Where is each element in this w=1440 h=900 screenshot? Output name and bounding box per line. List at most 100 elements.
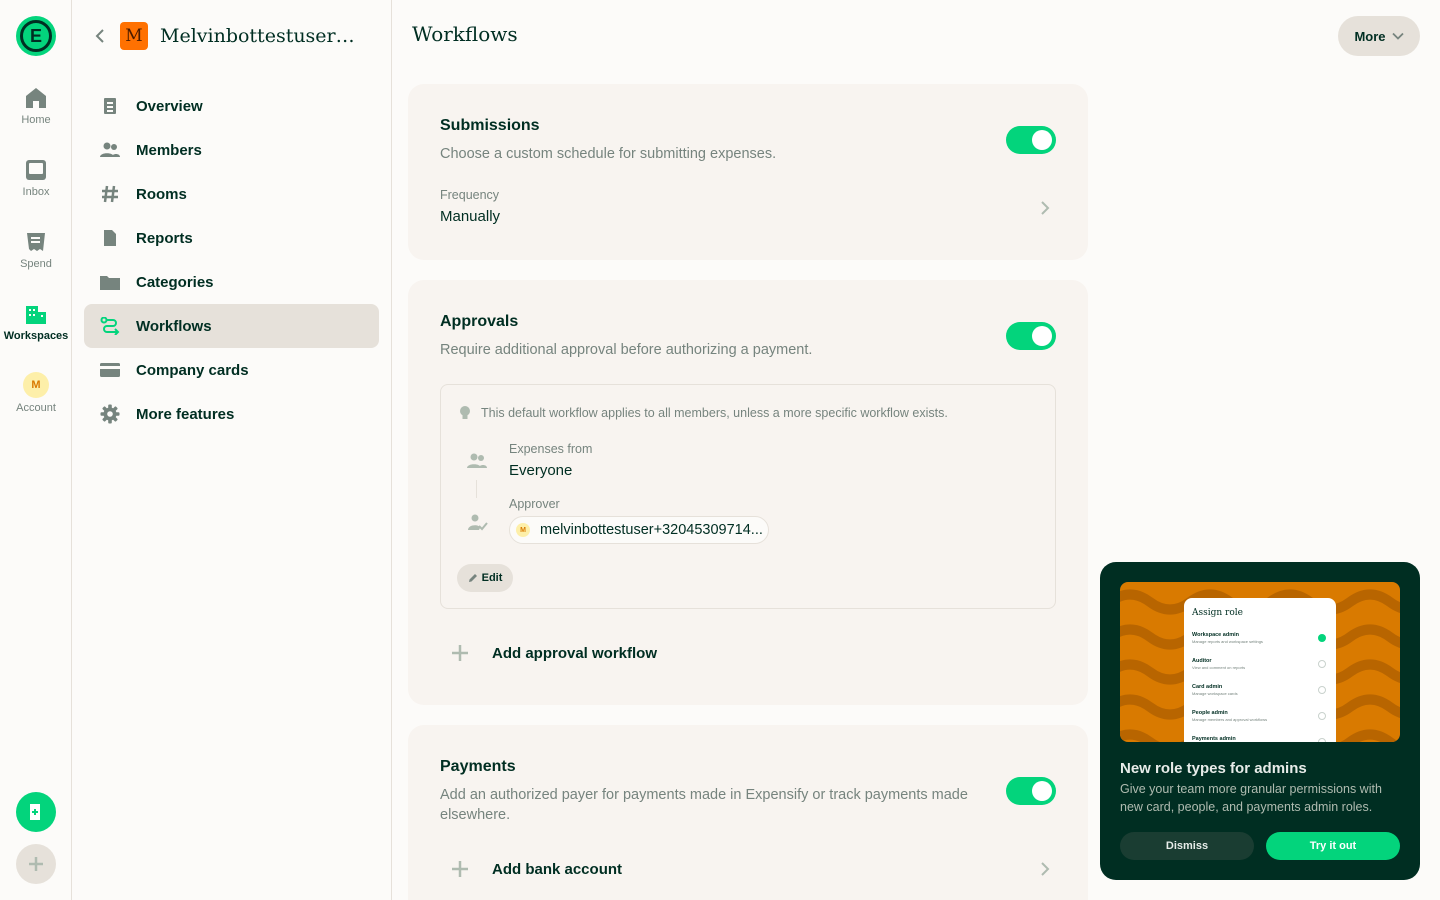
expensify-logo[interactable]: E: [16, 16, 56, 56]
edit-button[interactable]: Edit: [457, 564, 513, 592]
add-bank-account-button[interactable]: Add bank account: [440, 849, 1056, 889]
approvals-card: Approvals Require additional approval be…: [408, 280, 1088, 705]
logo-letter: E: [20, 20, 52, 52]
rail-item-home[interactable]: Home: [0, 86, 72, 126]
users-icon: [467, 453, 487, 468]
nav-item-reports[interactable]: Reports: [84, 216, 379, 260]
avatar: M: [23, 372, 49, 398]
promo-tooltip: Assign role Workspace admin Manage repor…: [1100, 562, 1420, 880]
submissions-title: Submissions: [440, 117, 540, 134]
dismiss-button[interactable]: Dismiss: [1120, 832, 1254, 860]
more-button[interactable]: More: [1338, 16, 1420, 56]
create-expense-button[interactable]: [16, 792, 56, 832]
rail-label-spend: Spend: [20, 258, 52, 270]
avatar: M: [516, 523, 530, 537]
card-icon: [100, 360, 120, 380]
mock-role: Auditor View and comment on reports: [1192, 658, 1332, 670]
rail-item-account[interactable]: M Account: [0, 372, 72, 414]
rail-item-spend[interactable]: Spend: [0, 230, 72, 270]
plus-icon: [29, 857, 43, 871]
nav-label: Company cards: [136, 361, 249, 379]
connector-line: [476, 480, 477, 498]
approver-label: Approver: [509, 497, 560, 511]
payments-title: Payments: [440, 758, 516, 775]
document-icon: [100, 96, 120, 116]
promo-illustration: Assign role Workspace admin Manage repor…: [1120, 582, 1400, 742]
mock-role-name: Workspace admin: [1192, 632, 1239, 638]
nav-label: Workflows: [136, 317, 212, 335]
submissions-toggle[interactable]: [1006, 126, 1056, 154]
edit-label: Edit: [481, 572, 503, 584]
try-it-out-button[interactable]: Try it out: [1266, 832, 1400, 860]
expenses-from-value: Everyone: [509, 462, 573, 479]
workspace-header: M Melvinbottestuser+3...: [72, 14, 392, 58]
hashtag-icon: [100, 184, 120, 204]
approvals-toggle[interactable]: [1006, 322, 1056, 350]
nav-label: More features: [136, 405, 235, 423]
folder-icon: [100, 272, 120, 292]
mock-role-desc: Manage reports and workspace settings: [1192, 639, 1263, 644]
nav-label: Reports: [136, 229, 193, 247]
nav-label: Members: [136, 141, 202, 159]
payments-card: Payments Add an authorized payer for pay…: [408, 725, 1088, 900]
add-button[interactable]: [16, 844, 56, 884]
approver-pill[interactable]: M melvinbottestuser+32045309714...: [509, 516, 769, 544]
submissions-card: Submissions Choose a custom schedule for…: [408, 84, 1088, 260]
building-icon: [26, 306, 46, 324]
mock-role-name: People admin: [1192, 710, 1228, 716]
nav-item-categories[interactable]: Categories: [84, 260, 379, 304]
inbox-icon: [26, 160, 46, 180]
frequency-row[interactable]: Frequency Manually: [408, 180, 1088, 236]
add-approval-workflow-button[interactable]: Add approval workflow: [440, 633, 657, 673]
radio: [1318, 712, 1326, 720]
back-button[interactable]: [86, 22, 114, 50]
lightbulb-icon: [460, 406, 470, 419]
rail-item-inbox[interactable]: Inbox: [0, 158, 72, 198]
rail-label-account: Account: [16, 402, 56, 414]
pencil-icon: [468, 574, 477, 582]
nav-item-more-features[interactable]: More features: [84, 392, 379, 436]
mock-role-desc: View and comment on reports: [1192, 665, 1246, 670]
nav-label: Categories: [136, 273, 214, 291]
radio-selected: [1318, 634, 1326, 642]
nav-item-overview[interactable]: Overview: [84, 84, 379, 128]
left-rail: E Home Inbox Spend Workspaces M Account: [0, 0, 72, 900]
receipt-icon: [27, 233, 45, 251]
nav-item-company-cards[interactable]: Company cards: [84, 348, 379, 392]
frequency-value: Manually: [440, 208, 501, 225]
workspace-name: Melvinbottestuser+3...: [160, 25, 370, 47]
radio: [1318, 660, 1326, 668]
workspace-nav: M Melvinbottestuser+3... Overview Member…: [72, 0, 392, 900]
workflow-icon: [100, 316, 120, 336]
mock-role-desc: Manage members and approval workflows: [1192, 717, 1268, 722]
rail-item-workspaces[interactable]: Workspaces: [0, 302, 72, 342]
nav-item-rooms[interactable]: Rooms: [84, 172, 379, 216]
home-icon: [26, 88, 46, 108]
more-button-label: More: [1354, 28, 1386, 44]
receipt-plus-icon: [30, 804, 40, 820]
mock-role: People admin Manage members and approval…: [1192, 710, 1332, 722]
chevron-right-icon: [1041, 862, 1050, 876]
payments-toggle[interactable]: [1006, 777, 1056, 805]
approvals-title: Approvals: [440, 313, 519, 330]
plus-icon: [440, 860, 480, 878]
nav-item-workflows[interactable]: Workflows: [84, 304, 379, 348]
gear-icon: [100, 404, 120, 424]
mock-role-desc: Manage workspace cards: [1192, 691, 1238, 696]
rail-label-home: Home: [21, 114, 51, 126]
approver-email: melvinbottestuser+32045309714...: [540, 522, 763, 538]
add-bank-account-label: Add bank account: [492, 860, 623, 878]
file-icon: [100, 228, 120, 248]
mock-role-name: Auditor: [1192, 658, 1212, 664]
submissions-subtitle: Choose a custom schedule for submitting …: [440, 146, 777, 162]
plus-icon: [440, 644, 480, 662]
add-approval-workflow-label: Add approval workflow: [492, 644, 658, 662]
mock-role: Payments admin: [1192, 736, 1332, 742]
users-icon: [100, 140, 120, 160]
mock-role: Workspace admin Manage reports and works…: [1192, 632, 1332, 644]
rail-label-workspaces: Workspaces: [3, 330, 69, 342]
approvals-subtitle: Require additional approval before autho…: [440, 342, 813, 358]
radio: [1318, 686, 1326, 694]
promo-title: New role types for admins: [1120, 760, 1307, 777]
nav-item-members[interactable]: Members: [84, 128, 379, 172]
